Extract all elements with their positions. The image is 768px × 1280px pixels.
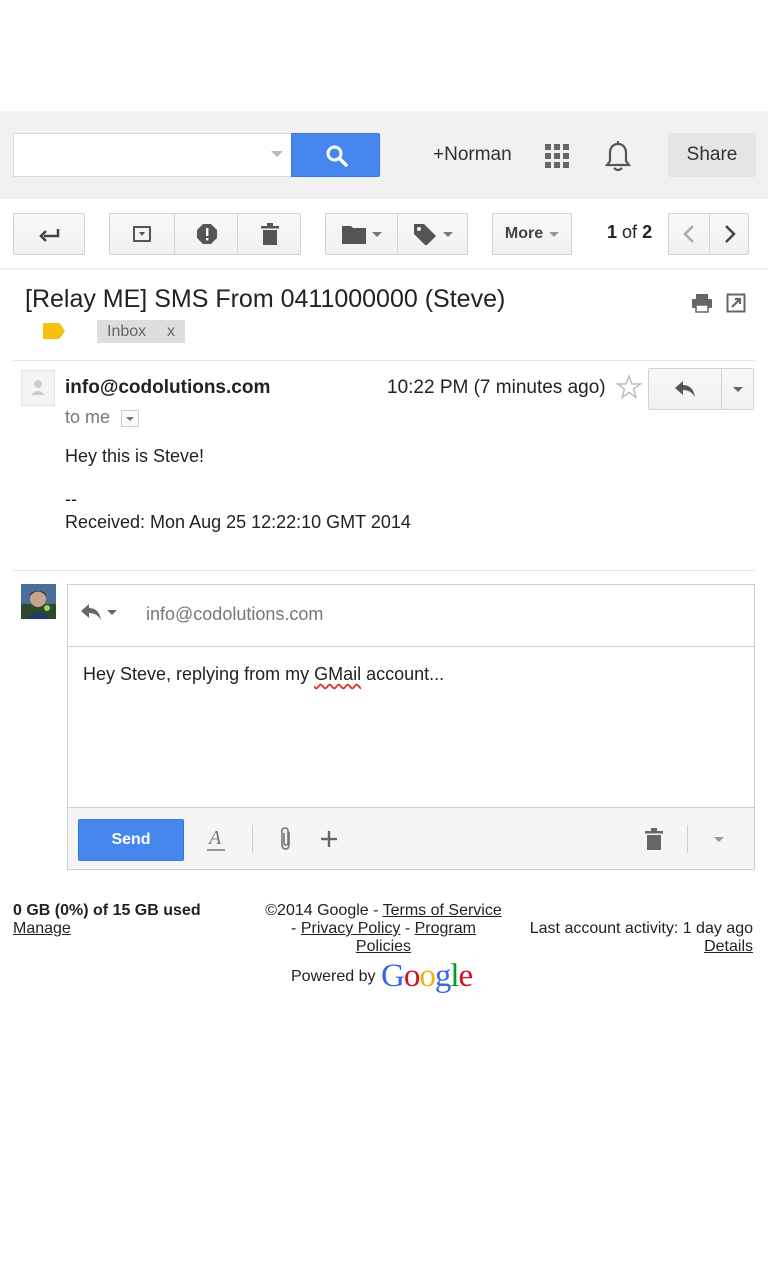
move-to-button[interactable]	[326, 214, 397, 254]
new-window-icon[interactable]	[726, 293, 746, 313]
remove-label-button[interactable]: x	[167, 320, 175, 343]
archive-spam-delete-group	[109, 213, 301, 255]
reply-button[interactable]	[649, 369, 721, 409]
search-icon	[326, 145, 348, 167]
archive-icon	[133, 226, 151, 242]
pager-text: 1 of 2	[607, 222, 652, 243]
program-policies-link[interactable]: Program	[415, 920, 476, 937]
reply-type-button[interactable]	[80, 603, 117, 621]
label-importance-icon[interactable]	[43, 323, 65, 339]
compose-body-input[interactable]: Hey Steve, replying from my GMail accoun…	[83, 664, 444, 685]
compose-recipient[interactable]: info@codolutions.com	[146, 604, 323, 625]
reply-icon	[675, 381, 695, 397]
discard-draft-icon[interactable]	[645, 828, 663, 850]
back-arrow-icon	[39, 229, 60, 242]
print-icon[interactable]	[691, 293, 713, 313]
reply-button-group	[648, 368, 754, 410]
legal-dash: -	[291, 920, 301, 937]
search-button[interactable]	[291, 133, 380, 177]
search-input[interactable]	[13, 133, 293, 177]
delete-button[interactable]	[238, 214, 301, 254]
privacy-link[interactable]: Privacy Policy	[301, 920, 401, 937]
chevron-left-icon	[683, 225, 694, 243]
more-label: More	[504, 225, 544, 242]
copyright-text: ©2014 Google -	[265, 902, 383, 919]
back-to-inbox-button[interactable]	[13, 213, 85, 255]
pager-of: of	[622, 222, 638, 242]
powered-by-text: Powered by	[291, 968, 376, 985]
trash-icon	[260, 223, 279, 245]
show-details-button[interactable]	[121, 410, 139, 427]
chevron-down-icon	[733, 386, 743, 392]
program-policies-link-cont[interactable]: Policies	[356, 938, 411, 955]
message-received-line: Received: Mon Aug 25 12:22:10 GMT 2014	[65, 512, 411, 532]
legal-dash-2: -	[400, 920, 415, 937]
sender-email[interactable]: info@codolutions.com	[65, 377, 270, 399]
folder-icon	[341, 226, 366, 244]
activity-details-link[interactable]: Details	[704, 938, 753, 955]
person-icon	[31, 380, 45, 395]
signature-separator: --	[65, 489, 77, 509]
search-options-caret-icon[interactable]	[271, 151, 283, 157]
terms-link[interactable]: Terms of Service	[383, 902, 502, 919]
legal-links: ©2014 Google - Terms of Service - Privac…	[240, 902, 527, 956]
star-icon[interactable]	[616, 374, 642, 400]
svg-text:A: A	[207, 827, 222, 849]
more-options-chevron-icon[interactable]	[714, 837, 724, 842]
reply-icon	[81, 604, 101, 620]
reply-compose: info@codolutions.com Hey Steve, replying…	[67, 584, 755, 870]
last-activity: Last account activity: 1 day ago Details	[530, 920, 753, 956]
manage-storage-link[interactable]: Manage	[13, 920, 71, 938]
text-format-icon[interactable]: A	[206, 826, 226, 852]
pager-nav-group	[668, 213, 749, 255]
my-avatar	[21, 584, 56, 619]
toolbar-divider	[0, 268, 768, 270]
google-logo: Google	[381, 958, 473, 994]
archive-button[interactable]	[110, 214, 174, 254]
manage-link-text[interactable]: Manage	[13, 920, 71, 937]
report-spam-icon	[196, 224, 217, 244]
top-bar: +Norman Share	[0, 111, 768, 199]
message-divider	[13, 570, 755, 571]
storage-usage: 0 GB (0%) of 15 GB used	[13, 902, 201, 919]
more-actions-button[interactable]	[722, 369, 754, 409]
label-icon	[414, 224, 436, 245]
pager-current: 1	[607, 222, 618, 242]
more-button[interactable]: More	[492, 213, 572, 255]
older-button[interactable]	[669, 214, 709, 254]
move-label-group	[325, 213, 468, 255]
recipient-text: to me	[65, 407, 111, 427]
bell-icon[interactable]	[604, 141, 632, 173]
send-button[interactable]: Send	[78, 819, 184, 861]
newer-button[interactable]	[710, 214, 749, 254]
sender-avatar[interactable]	[21, 370, 55, 406]
subject-divider	[13, 360, 755, 361]
compose-body-text-end: account...	[361, 664, 445, 684]
message-timestamp: 10:22 PM (7 minutes ago)	[387, 377, 606, 398]
compose-body-text-start: Hey Steve, replying from my	[83, 664, 315, 684]
email-subject: [Relay ME] SMS From 0411000000 (Steve)	[25, 285, 506, 313]
compose-toolbar: Send A	[68, 807, 754, 869]
labels-button[interactable]	[398, 214, 468, 254]
share-button[interactable]: Share	[668, 133, 756, 177]
user-profile-link[interactable]: +Norman	[433, 144, 512, 166]
paperclip-icon[interactable]	[277, 826, 295, 852]
report-spam-button[interactable]	[175, 214, 238, 254]
plus-icon[interactable]	[320, 830, 338, 848]
compose-header: info@codolutions.com	[68, 585, 754, 647]
pager-total: 2	[642, 222, 653, 242]
chevron-right-icon	[724, 225, 736, 243]
apps-grid-icon[interactable]	[545, 144, 569, 168]
inbox-label-text: Inbox	[107, 323, 147, 340]
misspelled-word[interactable]: GMail	[314, 664, 361, 684]
inbox-label-chip: Inbox x	[97, 320, 185, 343]
last-activity-text: Last account activity: 1 day ago	[529, 920, 753, 937]
message-body-line: Hey this is Steve!	[65, 446, 205, 466]
